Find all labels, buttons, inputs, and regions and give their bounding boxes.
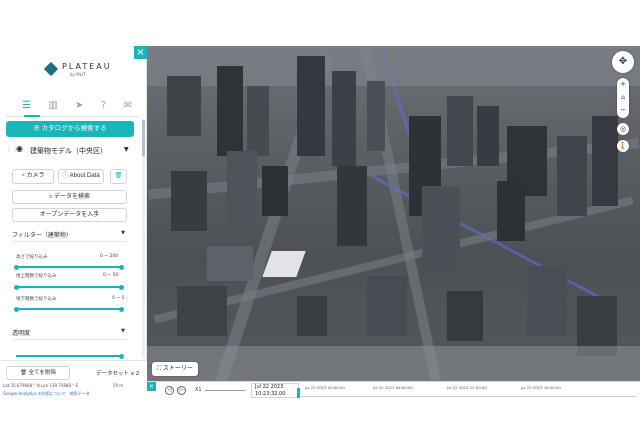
filter-header[interactable]: フィルター（建築物） ▼: [12, 230, 127, 242]
sidebar-nav: ☰ ▥ ➤ ? ✉: [22, 100, 132, 114]
play-icon[interactable]: ▷: [177, 386, 186, 395]
close-icon[interactable]: ×: [134, 46, 147, 59]
chevron-down-icon: ▼: [121, 230, 125, 236]
layers-icon[interactable]: ☰: [22, 100, 31, 114]
feedback-icon[interactable]: ✉: [124, 100, 132, 114]
transparency-header[interactable]: 透明度 ▼: [12, 328, 127, 340]
transparency-slider[interactable]: [16, 353, 124, 359]
pedestrian-icon[interactable]: 🚶: [617, 140, 629, 152]
slider-handle[interactable]: [14, 306, 19, 312]
floors-slider[interactable]: [14, 284, 124, 290]
sidebar-scroll-thumb[interactable]: [142, 120, 145, 156]
current-datetime[interactable]: Jul 22 2023 10:23:32.00: [251, 383, 299, 398]
about-data-button[interactable]: ⓘ About Data: [58, 169, 104, 184]
footer-links[interactable]: Google Analytics の利用について 地形データ: [3, 391, 90, 397]
rewind-icon[interactable]: ◁: [165, 386, 174, 395]
filter-floors-value: 0 ~ 50: [103, 273, 119, 278]
speed-slider[interactable]: [205, 390, 245, 391]
time-cursor[interactable]: [297, 388, 300, 398]
camera-button[interactable]: ⌖ カメラ: [12, 169, 54, 184]
filter-height-value: 0 ~ 200: [100, 254, 119, 259]
location-target-icon[interactable]: ◎: [617, 123, 629, 135]
plateau-logo: PLATEAU by MLIT: [43, 60, 110, 90]
delete-layer-button[interactable]: 🗑: [110, 169, 127, 184]
layer-title: 建築物モデル（中央区）: [30, 147, 107, 155]
catalog-search-button[interactable]: ⊕ カタログから検索する: [6, 121, 134, 137]
compass-icon[interactable]: ✥: [612, 51, 634, 73]
sidebar: [0, 46, 147, 398]
coordinate-readout: Lat 35.679688 ° N Lon 139.75888 ° E: [3, 383, 79, 388]
trash-icon: 🗑: [20, 370, 29, 376]
slider-handle[interactable]: [14, 284, 19, 290]
height-slider[interactable]: [14, 264, 124, 270]
scale-bar: 50 m: [113, 383, 124, 388]
slider-handle[interactable]: [119, 306, 124, 312]
zoom-in-icon[interactable]: +: [617, 78, 629, 91]
chevron-down-icon[interactable]: ▼: [124, 146, 129, 153]
slider-handle[interactable]: [119, 264, 124, 270]
search-data-button[interactable]: ⌕ データを検索: [12, 190, 127, 204]
zoom-out-icon[interactable]: −: [617, 104, 629, 117]
story-button[interactable]: ⛶ ストーリー: [152, 362, 198, 376]
slider-handle[interactable]: [119, 353, 124, 359]
get-opendata-button[interactable]: オープンデータを入手: [12, 208, 127, 222]
time-axis[interactable]: Jul 22 2023 00:00:00 Jul 22 2023 06:00:0…: [301, 385, 637, 397]
app-root: ✥ + ⌂ − ◎ 🚶 ⛶ ストーリー × PLATEAU by MLIT ☰ …: [0, 0, 640, 444]
eye-icon[interactable]: ◉: [16, 144, 23, 153]
chevron-down-icon: ▼: [121, 328, 125, 334]
filter-floors-label: 地上階数で絞り込み: [16, 274, 57, 279]
3d-city-map[interactable]: [147, 46, 640, 398]
help-icon[interactable]: ?: [101, 100, 106, 114]
home-icon[interactable]: ⌂: [617, 91, 629, 104]
dataset-count: データセット x 2: [96, 371, 140, 377]
slider-handle[interactable]: [119, 284, 124, 290]
speed-label: X1: [195, 387, 202, 393]
filter-basement-value: 0 ~ 5: [112, 296, 125, 301]
share-icon[interactable]: ➤: [75, 100, 83, 114]
buildings-icon[interactable]: ▥: [48, 100, 57, 114]
timeline-bar: × ◁ ▷ X1 Jul 22 2023 10:23:32.00 Jul 22 …: [147, 381, 640, 398]
trash-icon: 🗑: [114, 173, 123, 179]
timeline-close-icon[interactable]: ×: [147, 382, 156, 391]
info-icon: ⓘ: [62, 173, 70, 179]
zoom-controls: + ⌂ −: [617, 78, 629, 118]
plus-circle-icon: ⊕: [33, 125, 42, 132]
clear-all-button[interactable]: 🗑 全てを削除: [6, 366, 70, 380]
layer-item[interactable]: ⋮⋮ ◉ 建築物モデル（中央区） ▼: [6, 143, 134, 159]
slider-handle[interactable]: [14, 264, 19, 270]
basement-slider[interactable]: [14, 306, 124, 312]
filter-height-label: 高さで絞り込み: [16, 255, 48, 260]
filter-basement-label: 地下階数で絞り込み: [16, 297, 57, 302]
